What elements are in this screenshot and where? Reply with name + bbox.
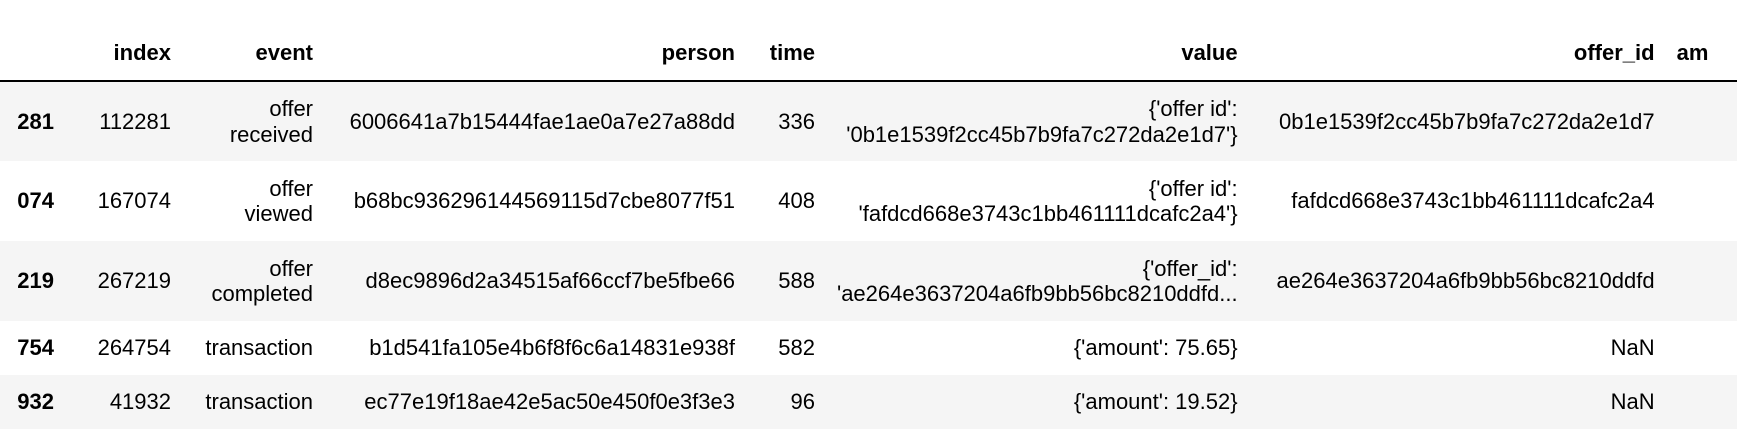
cell-amount	[1655, 81, 1737, 161]
cell-time: 588	[778, 268, 815, 294]
header-value: value	[815, 26, 1238, 82]
cell-index: 167074	[97, 188, 171, 214]
table-row: 074 167074 offer viewed b68bc936296144569…	[0, 161, 1737, 241]
cell-value: {'offer id':'fafdcd668e3743c1bb461111dca…	[858, 175, 1238, 226]
cell-index: 267219	[97, 268, 171, 294]
table-header: index event person time value offer_id a…	[0, 26, 1737, 82]
table-body: 281 112281 offer received 6006641a7b15444…	[0, 81, 1737, 429]
table-row: 932 41932 transaction ec77e19f18ae42e5ac…	[0, 375, 1737, 429]
cell-person: ec77e19f18ae42e5ac50e450f0e3f3e3	[364, 389, 735, 415]
header-index: index	[54, 26, 171, 82]
cell-person: b1d541fa105e4b6f8f6c6a14831e938f	[369, 335, 735, 361]
cell-event: transaction	[205, 389, 313, 415]
cell-person: d8ec9896d2a34515af66ccf7be5fbe66	[365, 268, 735, 294]
cell-amount	[1655, 321, 1737, 375]
cell-time: 336	[778, 108, 815, 134]
cell-time: 582	[778, 335, 815, 361]
header-row: index event person time value offer_id a…	[0, 26, 1737, 82]
header-amount-truncated: am	[1654, 26, 1737, 82]
cell-person: 6006641a7b15444fae1ae0a7e27a88dd	[349, 108, 735, 134]
row-index-label: 754	[17, 335, 54, 361]
cell-offer-id: NaN	[1610, 335, 1655, 361]
cell-amount	[1655, 375, 1737, 429]
cell-time: 408	[778, 188, 815, 214]
cell-value: {'offer id': '0b1e1539f2cc45b7b9fa7c272da…	[846, 96, 1238, 147]
cell-event: offer viewed	[244, 175, 313, 226]
cell-event: transaction	[205, 335, 313, 361]
cell-event: offer received	[229, 96, 313, 147]
row-index-label: 074	[17, 188, 54, 214]
cell-value: {'offer_id':'ae264e3637204a6fb9bb56bc821…	[837, 255, 1238, 306]
row-index-label: 932	[17, 389, 54, 415]
dataframe-table: index event person time value offer_id a…	[0, 26, 1737, 429]
cell-person: b68bc936296144569115d7cbe8077f51	[353, 188, 735, 214]
header-person: person	[313, 26, 735, 82]
cell-amount	[1655, 161, 1737, 241]
header-index-blank	[0, 26, 54, 82]
cell-value: {'amount': 19.52}	[1073, 389, 1238, 415]
header-offer-id: offer_id	[1237, 26, 1655, 82]
cell-offer-id: NaN	[1610, 389, 1655, 415]
cell-offer-id: fafdcd668e3743c1bb461111dcafc2a4	[1291, 188, 1655, 214]
cell-event: offer completed	[211, 255, 313, 306]
table-row: 281 112281 offer received 6006641a7b15444…	[0, 81, 1737, 161]
row-index-label: 219	[17, 268, 54, 294]
cell-index: 264754	[97, 335, 171, 361]
cell-index: 112281	[99, 108, 171, 134]
cell-offer-id: ae264e3637204a6fb9bb56bc8210ddfd	[1276, 268, 1655, 294]
table-row: 754 264754 transaction b1d541fa105e4b6f8…	[0, 321, 1737, 375]
row-index-label: 281	[17, 108, 54, 134]
cell-amount	[1655, 241, 1737, 321]
cell-index: 41932	[109, 389, 171, 415]
cell-offer-id: 0b1e1539f2cc45b7b9fa7c272da2e1d7	[1279, 108, 1655, 134]
cell-time: 96	[790, 389, 815, 415]
header-event: event	[171, 26, 313, 82]
cell-value: {'amount': 75.65}	[1073, 335, 1238, 361]
table-row: 219 267219 offer completed d8ec9896d2a345…	[0, 241, 1737, 321]
header-time: time	[735, 26, 815, 82]
